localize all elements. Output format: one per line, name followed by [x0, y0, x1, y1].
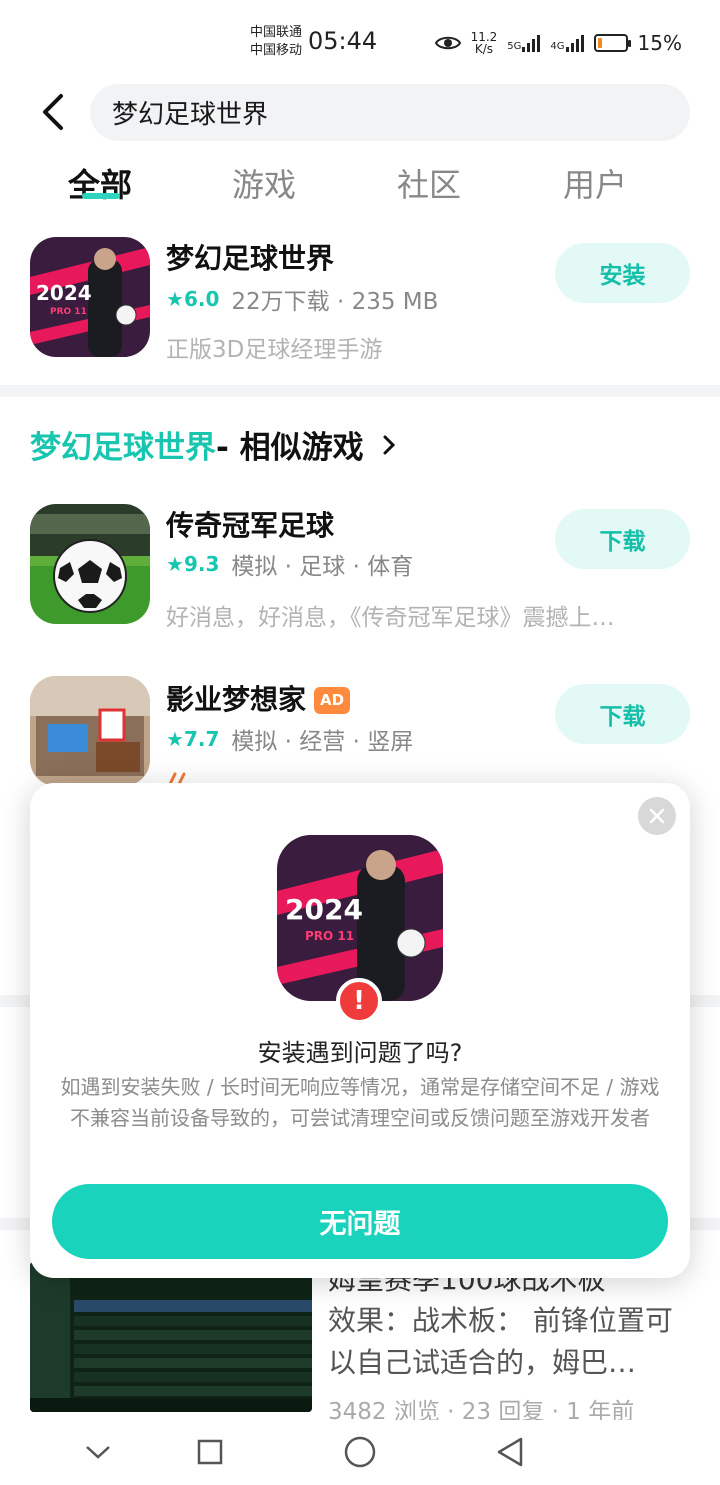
triangle-back-icon [497, 1437, 523, 1467]
dialog-body: 如遇到安装失败 / 长时间无响应等情况，通常是存储空间不足 / 游戏不兼容当前设… [60, 1075, 660, 1130]
rating-value: 9.3 [183, 552, 220, 576]
icon-pro-text: PRO 11 [50, 307, 87, 317]
speed-unit: K/s [474, 42, 494, 56]
carrier-1: 中国联通 [250, 25, 303, 40]
search-input[interactable]: 梦幻足球世界 [90, 84, 690, 141]
tab-users[interactable]: 用户 [563, 160, 627, 206]
dialog-game-icon: 2024 PRO 11 [277, 835, 443, 1001]
download-button[interactable]: 下载 [555, 684, 690, 744]
dialog-heading: 安装遇到问题了吗? [257, 1039, 463, 1067]
tab-games[interactable]: 游戏 [232, 160, 296, 206]
game-meta: ★7.7 模拟 · 经营 · 竖屏 [166, 722, 413, 756]
chevron-down-icon [86, 1446, 110, 1459]
game-tags: 模拟 · 足球 · 体育 [231, 554, 414, 580]
similar-title-rest: - 相似游戏 [216, 430, 364, 466]
icon-pro-text: PRO 11 [305, 929, 355, 943]
nav-home-button[interactable] [338, 1430, 382, 1474]
close-icon [649, 808, 665, 824]
back-arrow-icon[interactable] [34, 92, 74, 132]
chevron-right-icon [383, 435, 395, 454]
signal-icon: 5G [507, 34, 541, 52]
system-nav-bar [0, 1420, 720, 1485]
post-thumbnail[interactable] [30, 1262, 312, 1412]
ad-badge: AD [314, 686, 351, 714]
game-icon-legend-football[interactable] [30, 504, 150, 624]
game-title-row: 影业梦想家 AD [166, 678, 351, 718]
game-meta: ★6.0 22万下载 · 235 MB [166, 282, 438, 316]
carrier-names: 中国联通 中国移动 [250, 24, 302, 60]
search-query: 梦幻足球世界 [112, 100, 269, 130]
install-button[interactable]: 安装 [555, 243, 690, 303]
game-title[interactable]: 传奇冠军足球 [166, 504, 334, 544]
game-meta: ★9.3 模拟 · 足球 · 体育 [166, 547, 413, 581]
signal-2-label: 4G [550, 41, 565, 52]
nav-back-button[interactable] [488, 1430, 532, 1474]
rating: ★6.0 [166, 287, 220, 311]
game-title[interactable]: 影业梦想家 [166, 683, 306, 716]
battery-icon [593, 34, 631, 52]
icon-year-text: 2024 [285, 893, 363, 926]
similar-games-header[interactable]: 梦幻足球世界 - 相似游戏 [30, 422, 400, 467]
game-description: 好消息，好消息，《传奇冠军足球》震撼上… [166, 605, 615, 631]
nav-recents-button[interactable] [188, 1430, 232, 1474]
signal-icon: 4G [550, 34, 584, 52]
game-title[interactable]: 梦幻足球世界 [166, 237, 334, 277]
tab-all[interactable]: 全部 [68, 160, 132, 206]
square-icon [197, 1439, 223, 1465]
network-speed: 11.2 K/s [471, 31, 498, 55]
tab-active-indicator [82, 193, 120, 199]
nav-collapse-button[interactable] [76, 1430, 120, 1474]
status-icons: 11.2 K/s 5G 4G 15% [434, 28, 682, 58]
game-icon-dream-football[interactable]: 2024 PRO 11 [30, 237, 150, 357]
rating-value: 7.7 [183, 727, 220, 751]
game-description: 正版3D足球经理手游 [166, 337, 383, 363]
close-button[interactable] [638, 797, 676, 835]
rating-value: 6.0 [183, 287, 220, 311]
download-button[interactable]: 下载 [555, 509, 690, 569]
section-divider [0, 385, 720, 397]
post-body[interactable]: 效果：战术板： 前锋位置可以自己试适合的，姆巴… [328, 1300, 698, 1384]
no-problem-button[interactable]: 无问题 [52, 1184, 668, 1259]
install-problem-dialog: 2024 PRO 11 ! 安装遇到问题了吗? 如遇到安装失败 / 长时间无响应… [30, 783, 690, 1278]
circle-icon [344, 1436, 376, 1468]
rating: ★7.7 [166, 727, 220, 751]
game-tags: 模拟 · 经营 · 竖屏 [231, 729, 414, 755]
similar-title-accent: 梦幻足球世界 [30, 430, 216, 466]
carrier-2: 中国移动 [250, 43, 303, 58]
signal-1-label: 5G [507, 41, 522, 52]
clock: 05:44 [308, 27, 378, 55]
tab-community[interactable]: 社区 [397, 160, 461, 206]
battery-percent: 15% [637, 31, 682, 55]
game-icon-film-dreamer[interactable] [30, 676, 150, 786]
rating: ★9.3 [166, 552, 220, 576]
eye-icon [434, 36, 461, 50]
warning-icon: ! [336, 978, 382, 1024]
download-size: 22万下载 · 235 MB [231, 289, 439, 315]
icon-year-text: 2024 [36, 281, 92, 305]
status-bar: 中国联通 中国移动 05:44 11.2 K/s 5G 4G 15% [0, 0, 720, 80]
tab-bar: 全部 游戏 社区 用户 [0, 160, 720, 210]
